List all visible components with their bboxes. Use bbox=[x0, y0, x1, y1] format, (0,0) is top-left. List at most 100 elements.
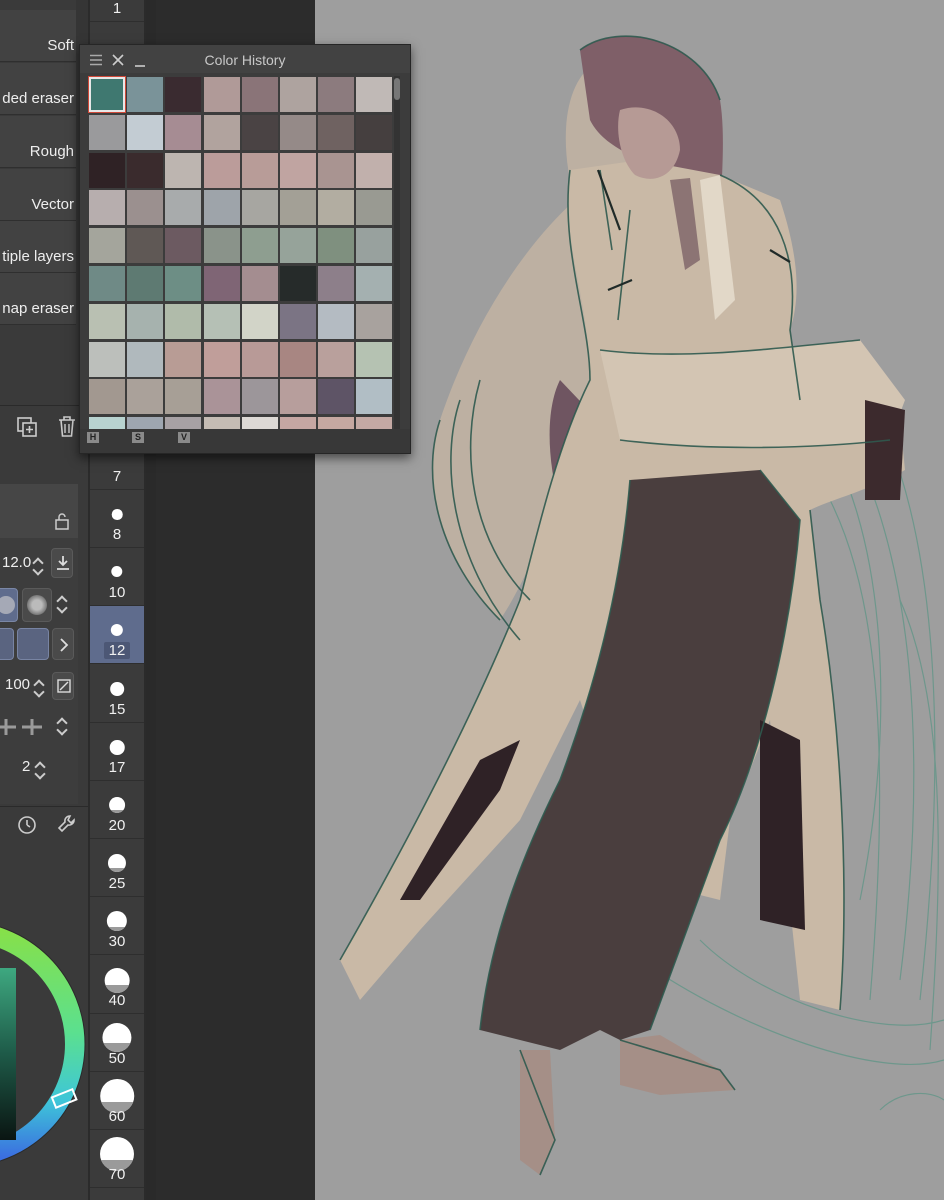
color-swatch[interactable] bbox=[280, 266, 316, 301]
brush-size-8[interactable]: 8 bbox=[90, 490, 144, 548]
subtool-soft[interactable]: Soft bbox=[0, 10, 76, 62]
color-swatch[interactable] bbox=[280, 379, 316, 414]
color-swatch[interactable] bbox=[356, 304, 392, 339]
lock-open-icon[interactable] bbox=[53, 512, 71, 530]
color-swatch[interactable] bbox=[204, 379, 240, 414]
color-swatch[interactable] bbox=[242, 153, 278, 188]
color-swatch[interactable] bbox=[204, 342, 240, 377]
color-swatch[interactable] bbox=[127, 153, 163, 188]
color-swatch[interactable] bbox=[88, 76, 126, 113]
subtool-banded-eraser[interactable]: ded eraser bbox=[0, 63, 76, 115]
color-swatch[interactable] bbox=[356, 342, 392, 377]
color-swatch[interactable] bbox=[242, 228, 278, 263]
stabilizer-spinner[interactable] bbox=[56, 716, 70, 738]
color-swatch[interactable] bbox=[89, 153, 125, 188]
brush-size-value[interactable]: 12.0 bbox=[2, 554, 31, 571]
brush-size-20[interactable]: 20 bbox=[90, 781, 144, 839]
color-swatch[interactable] bbox=[242, 190, 278, 225]
brush-size-50[interactable]: 50 bbox=[90, 1014, 144, 1072]
color-swatch[interactable] bbox=[165, 190, 201, 225]
color-swatch[interactable] bbox=[318, 190, 354, 225]
color-swatch[interactable] bbox=[204, 190, 240, 225]
color-swatch[interactable] bbox=[204, 304, 240, 339]
brush-size-10[interactable]: 10 bbox=[90, 548, 144, 606]
color-swatch[interactable] bbox=[356, 266, 392, 301]
color-swatch[interactable] bbox=[242, 266, 278, 301]
color-swatch[interactable] bbox=[165, 342, 201, 377]
main-color-swatch[interactable] bbox=[0, 628, 14, 660]
color-swatch[interactable] bbox=[242, 115, 278, 150]
subtool-multiple-layers[interactable]: tiple layers bbox=[0, 221, 76, 273]
color-swatch[interactable] bbox=[165, 379, 201, 414]
color-swatch[interactable] bbox=[318, 153, 354, 188]
color-swatch[interactable] bbox=[318, 115, 354, 150]
color-swatch[interactable] bbox=[204, 153, 240, 188]
color-swatch[interactable] bbox=[318, 228, 354, 263]
color-swatch[interactable] bbox=[127, 266, 163, 301]
color-swatch[interactable] bbox=[356, 190, 392, 225]
brush-size-17[interactable]: 17 bbox=[90, 723, 144, 781]
brush-shape-spinner[interactable] bbox=[56, 594, 70, 616]
opacity-value[interactable]: 100 bbox=[5, 676, 30, 693]
color-swatch[interactable] bbox=[242, 379, 278, 414]
color-swatch[interactable] bbox=[127, 304, 163, 339]
brush-size-12[interactable]: 12 bbox=[90, 606, 144, 664]
color-swatch[interactable] bbox=[356, 77, 392, 112]
color-swatch[interactable] bbox=[242, 342, 278, 377]
trash-icon[interactable] bbox=[57, 415, 77, 439]
stroke-spinner[interactable] bbox=[34, 760, 48, 782]
brush-size-15[interactable]: 15 bbox=[90, 665, 144, 723]
brush-shape-round-button[interactable] bbox=[0, 588, 18, 622]
color-swatch[interactable] bbox=[165, 228, 201, 263]
color-swatch[interactable] bbox=[280, 153, 316, 188]
color-swatch[interactable] bbox=[318, 304, 354, 339]
color-swatch[interactable] bbox=[280, 115, 316, 150]
wrench-icon[interactable] bbox=[56, 813, 78, 835]
subtool-snap-eraser[interactable]: nap eraser bbox=[0, 273, 76, 325]
color-swatch[interactable] bbox=[127, 77, 163, 112]
subtool-rough[interactable]: Rough bbox=[0, 116, 76, 168]
brush-size-70[interactable]: 70 bbox=[90, 1130, 144, 1188]
color-swatch[interactable] bbox=[242, 304, 278, 339]
color-swatch[interactable] bbox=[204, 115, 240, 150]
timer-icon[interactable] bbox=[16, 813, 38, 835]
color-swatch[interactable] bbox=[356, 379, 392, 414]
color-swatch[interactable] bbox=[318, 379, 354, 414]
color-swatch[interactable] bbox=[204, 266, 240, 301]
color-history-scrollbar[interactable] bbox=[394, 76, 400, 431]
expand-button[interactable] bbox=[52, 628, 74, 660]
color-swatch[interactable] bbox=[127, 115, 163, 150]
color-swatch[interactable] bbox=[127, 228, 163, 263]
color-swatch[interactable] bbox=[356, 115, 392, 150]
color-wheel[interactable] bbox=[0, 872, 88, 1200]
stroke-value[interactable]: 2 bbox=[22, 758, 30, 775]
duplicate-subtool-icon[interactable] bbox=[16, 416, 38, 438]
color-swatch[interactable] bbox=[89, 304, 125, 339]
color-history-titlebar[interactable]: Color History bbox=[80, 45, 410, 73]
color-swatch[interactable] bbox=[356, 153, 392, 188]
size-download-button[interactable] bbox=[51, 548, 73, 578]
brush-size-60[interactable]: 60 bbox=[90, 1072, 144, 1130]
color-swatch[interactable] bbox=[204, 228, 240, 263]
color-swatch[interactable] bbox=[165, 115, 201, 150]
color-swatch[interactable] bbox=[89, 190, 125, 225]
color-swatch[interactable] bbox=[280, 342, 316, 377]
color-swatch[interactable] bbox=[127, 190, 163, 225]
color-swatch[interactable] bbox=[165, 266, 201, 301]
color-swatch[interactable] bbox=[89, 342, 125, 377]
color-history-scroll-thumb[interactable] bbox=[394, 78, 400, 100]
brush-shape-soft-button[interactable] bbox=[22, 588, 52, 622]
color-swatch[interactable] bbox=[127, 379, 163, 414]
color-swatch[interactable] bbox=[165, 304, 201, 339]
color-swatch[interactable] bbox=[280, 228, 316, 263]
opacity-toggle-button[interactable] bbox=[52, 672, 74, 700]
color-swatch[interactable] bbox=[318, 77, 354, 112]
color-swatch[interactable] bbox=[280, 304, 316, 339]
color-swatch[interactable] bbox=[89, 228, 125, 263]
brush-size-30[interactable]: 30 bbox=[90, 897, 144, 955]
color-swatch[interactable] bbox=[127, 342, 163, 377]
color-swatch[interactable] bbox=[89, 266, 125, 301]
color-swatch[interactable] bbox=[165, 153, 201, 188]
sub-color-swatch[interactable] bbox=[17, 628, 49, 660]
color-swatch[interactable] bbox=[204, 77, 240, 112]
